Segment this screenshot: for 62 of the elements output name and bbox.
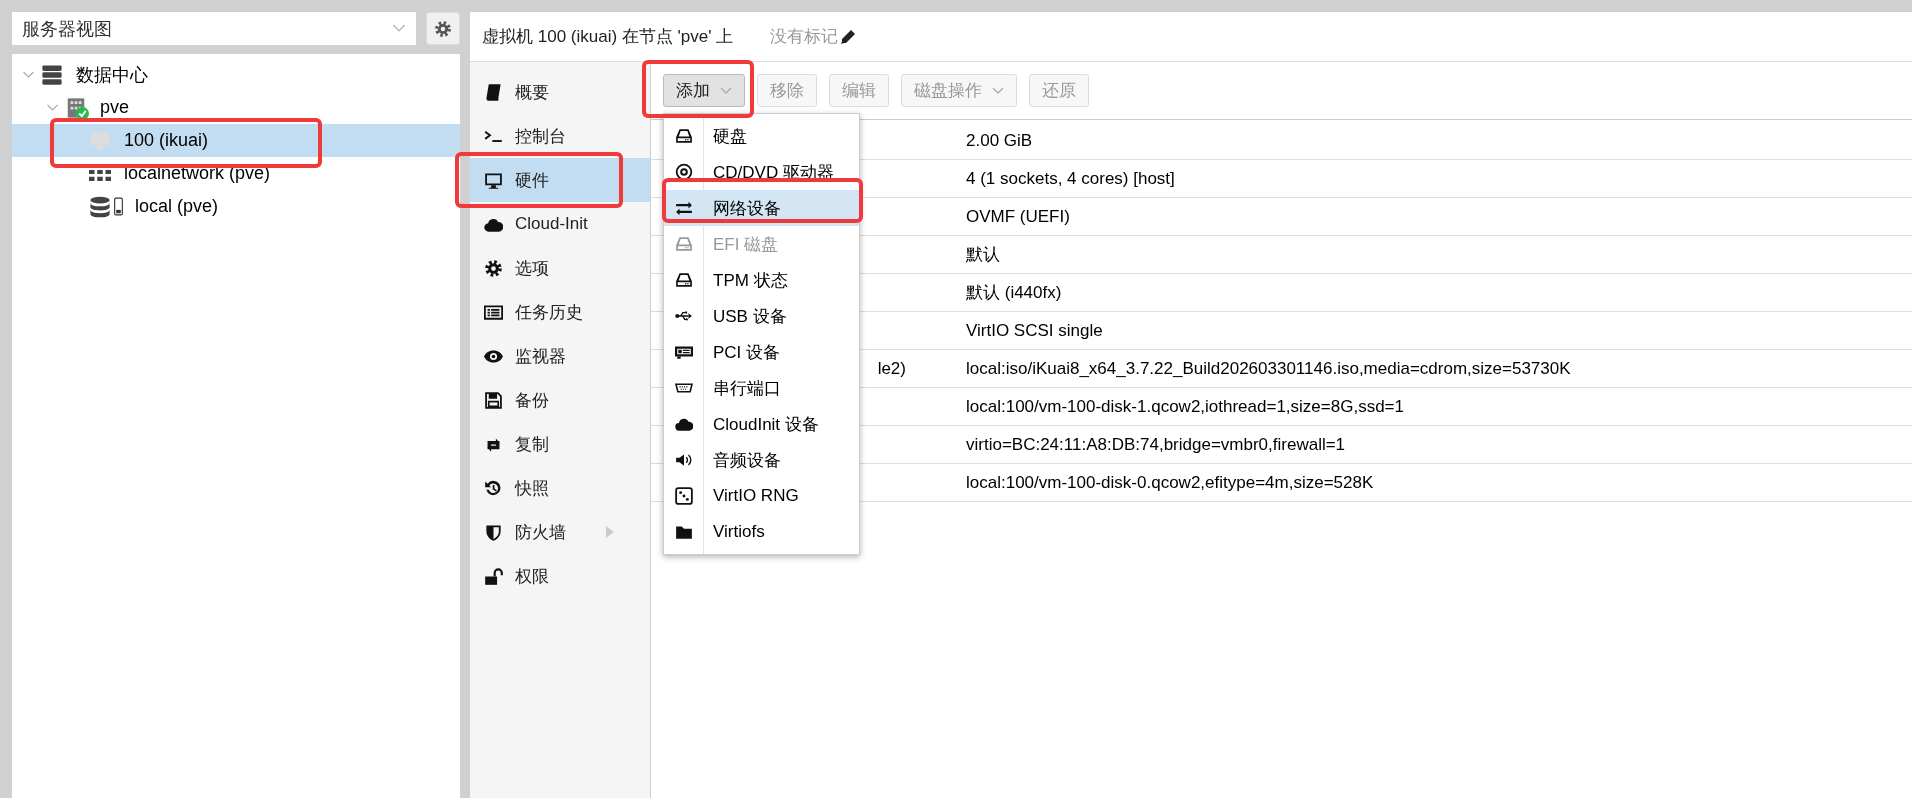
menu-item[interactable]: TPM 状态 [664,262,859,298]
nav-item[interactable]: 选项 [470,246,650,290]
drive-icon [675,235,693,253]
folder-icon [675,523,693,541]
chevron-down-icon [392,24,406,33]
menu-item[interactable]: PCI 设备 [664,334,859,370]
toolbar-button[interactable]: 添加 [663,74,745,107]
history-icon [484,478,503,498]
tree-item[interactable]: local (pve) [12,190,460,223]
tree-item[interactable]: pve [12,91,460,124]
table-cell: local:100/vm-100-disk-0.qcow2,efitype=4m,size=528K [966,472,1374,492]
nav-item[interactable]: 防火墙 [470,510,650,554]
nav-item[interactable]: Cloud-Init [470,202,650,246]
menu-item[interactable]: CloudInit 设备 [664,406,859,442]
shield-icon [484,522,503,542]
page-title: 虚拟机 100 (ikuai) 在节点 'pve' 上 [482,26,734,48]
nav-item[interactable]: 任务历史 [470,290,650,334]
view-select[interactable]: 服务器视图 [12,12,416,45]
list-icon [484,302,503,322]
table-cell: 默认 [966,245,1000,264]
table-cell: 4 (1 sockets, 4 cores) [host] [966,168,1175,188]
menu-item[interactable]: VirtIO RNG [664,478,859,514]
menu-item[interactable]: 硬盘 [664,118,859,154]
drive-icon [675,127,693,145]
nav-item[interactable]: 监视器 [470,334,650,378]
monitor-icon [484,170,503,190]
nav-item[interactable]: 硬件 [470,158,650,202]
nav-item[interactable]: 快照 [470,466,650,510]
database-icon [88,195,112,218]
table-cell: local:100/vm-100-disk-1.qcow2,iothread=1,size=8G,ssd=1 [966,396,1404,416]
storage-gauge-icon [114,197,123,216]
settings-button[interactable] [426,12,460,45]
table-cell: VirtIO SCSI single [966,320,1103,340]
disc-icon [675,163,693,181]
padlock-icon [484,566,503,586]
table-cell: 默认 (i440fx) [966,283,1062,302]
drive-icon [675,271,693,289]
floppy-icon [484,390,503,410]
table-cell: le2) [877,358,906,378]
nav-item[interactable]: 控制台 [470,114,650,158]
tree-item[interactable]: localnetwork (pve) [12,157,460,190]
nav-item[interactable]: 备份 [470,378,650,422]
settings-icon [434,19,452,38]
menu-item[interactable]: 串行端口 [664,370,859,406]
nav-item[interactable]: 概要 [470,70,650,114]
menu-item[interactable]: 音频设备 [664,442,859,478]
table-cell: 2.00 GiB [966,130,1033,150]
pencil-icon[interactable] [840,28,857,45]
menu-item[interactable]: Virtiofs [664,514,859,550]
nav-item[interactable]: 权限 [470,554,650,598]
tree-item[interactable]: 100 (ikuai) [12,124,460,157]
tree-item[interactable]: 数据中心 [12,58,460,91]
table-cell: local:iso/iKuai8_x64_3.7.22_Build202603301146.iso,media=cdrom,size=53730K [966,358,1571,378]
nav-item[interactable]: 复制 [470,422,650,466]
table-cell: OVMF (UEFI) [966,206,1070,226]
server-stack-icon [40,63,64,86]
tags-label: 没有标记 [770,26,839,48]
dice-icon [675,487,693,505]
gear-icon [484,258,503,278]
card-icon [675,343,693,361]
menu-item[interactable]: USB 设备 [664,298,859,334]
table-cell: virtio=BC:24:11:A8:DB:74,bridge=vmbr0,firewall=1 [966,434,1346,454]
